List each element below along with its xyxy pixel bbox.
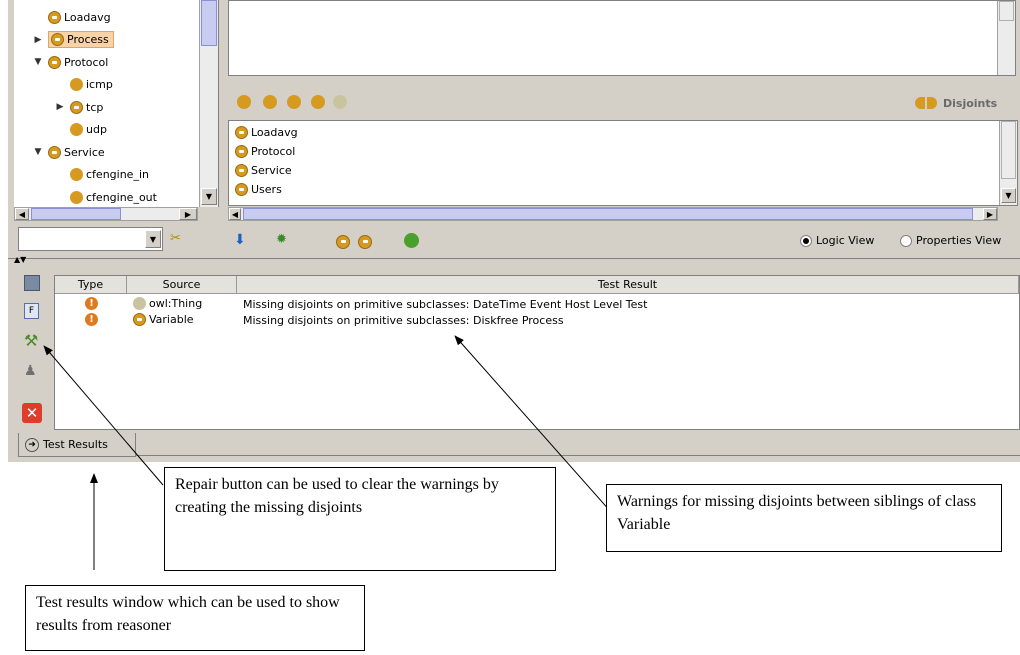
test-window-callout: Test results window which can be used to… bbox=[25, 585, 365, 651]
warnings-callout: Warnings for missing disjoints between s… bbox=[606, 484, 1002, 552]
repair-callout: Repair button can be used to clear the w… bbox=[164, 467, 556, 571]
repair-arrow bbox=[43, 345, 164, 486]
